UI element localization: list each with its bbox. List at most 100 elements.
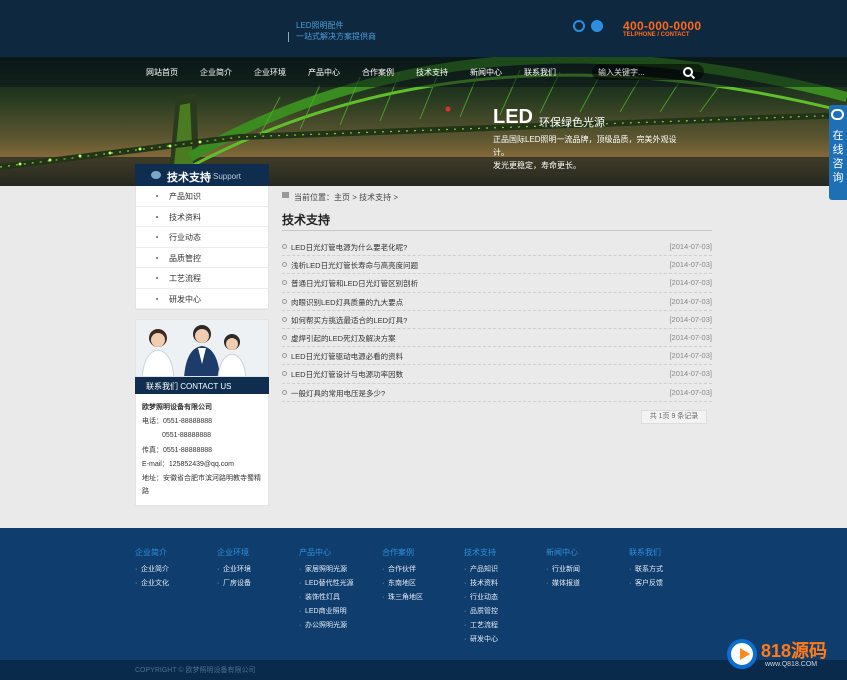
nav-environment[interactable]: 企业环境 [254,67,286,78]
article-title[interactable]: LED日光灯管驱动电源必看的资料 [291,351,403,362]
nav-about[interactable]: 企业简介 [200,67,232,78]
article-title[interactable]: 如何帮买方挑选最适合的LED灯具? [291,315,407,326]
nav-home[interactable]: 网站首页 [146,67,178,78]
circle-bullet-icon [282,298,287,304]
footer-column-news: 新闻中心 行业新闻 媒体报道 [546,547,580,591]
online-consult-button[interactable]: 在线咨询 [829,105,847,200]
sidebar-item-quality[interactable]: 品质管控 [136,248,268,268]
article-title[interactable]: 浅析LED日光灯管长寿命与高亮度问题 [291,260,418,271]
footer-link[interactable]: 品质管控 [464,605,498,619]
contact-tel-2: 0551-88888888 [162,432,212,440]
sidebar-item-label: 研发中心 [169,294,201,304]
footer-column-about: 企业简介 企业简介 企业文化 [135,547,169,591]
search-icon[interactable] [683,67,693,77]
company-name: 欧梦照明设备有限公司 [142,404,212,411]
breadcrumb: 当前位置：主页 > 技术支持 > [282,188,712,204]
footer-link[interactable]: 合作伙伴 [382,563,423,577]
sidebar-item-product-knowledge[interactable]: 产品知识 [136,186,268,207]
circle-bullet-icon [282,334,287,340]
contact-address: 地址：安徽省合肥市滨河路明教寺蜀精路 [142,475,261,496]
article-date: [2014-07-03] [669,369,712,379]
sidebar-menu: 产品知识 技术资料 行业动态 品质管控 工艺流程 研发中心 [135,186,269,310]
sidebar-item-label: 技术资料 [169,212,201,222]
pagination: 共 1页 9 条记录 [641,410,707,424]
article-date: [2014-07-03] [669,260,712,270]
home-icon [282,192,289,198]
article-title[interactable]: 一般灯具的常用电压是多少? [291,388,385,399]
list-item[interactable]: 一般灯具的常用电压是多少? [2014-07-03] [282,384,712,402]
nav-cases[interactable]: 合作案例 [362,67,394,78]
footer-link[interactable]: 厂房设备 [217,577,251,591]
footer-column-heading[interactable]: 合作案例 [382,547,423,558]
bullet-icon [156,256,158,259]
nav-products[interactable]: 产品中心 [308,67,340,78]
footer-link[interactable]: 企业环境 [217,563,251,577]
search-input[interactable] [598,66,678,78]
footer-column-heading[interactable]: 联系我们 [629,547,663,558]
contact-email: E-mail：125852439@qq.com [142,460,234,468]
article-title[interactable]: 虚焊引起的LED死灯及解决方案 [291,333,396,344]
article-title[interactable]: LED日光灯管设计与电源功率因数 [291,369,403,380]
list-item[interactable]: 如何帮买方挑选最适合的LED灯具? [2014-07-03] [282,311,712,329]
footer-column-heading[interactable]: 产品中心 [299,547,354,558]
footer-link[interactable]: 装饰性灯具 [299,591,354,605]
footer-column-heading[interactable]: 新闻中心 [546,547,580,558]
footer-link[interactable]: 办公照明光源 [299,619,354,633]
footer-link[interactable]: 行业动态 [464,591,498,605]
footer-link[interactable]: 企业文化 [135,577,169,591]
contact-header: 联系我们 CONTACT US [135,377,269,394]
nav-contact[interactable]: 联系我们 [524,67,556,78]
footer-column-heading[interactable]: 技术支持 [464,547,498,558]
footer-link[interactable]: 珠三角地区 [382,591,423,605]
footer-link[interactable]: 联系方式 [629,563,663,577]
list-item[interactable]: LED日光灯管驱动电源必看的资料 [2014-07-03] [282,347,712,366]
footer-link[interactable]: 家居照明光源 [299,563,354,577]
nav-news[interactable]: 新闻中心 [470,67,502,78]
footer-link[interactable]: 工艺流程 [464,619,498,633]
footer-column-heading[interactable]: 企业简介 [135,547,169,558]
article-title[interactable]: LED日光灯管电源为什么要老化呢? [291,242,407,253]
footer-link[interactable]: 媒体报道 [546,577,580,591]
footer-link[interactable]: 企业简介 [135,563,169,577]
circle-bullet-icon [282,371,287,377]
footer-link[interactable]: 研发中心 [464,633,498,647]
article-title[interactable]: 普通日光灯管和LED日光灯管区别剖析 [291,278,418,289]
list-item[interactable]: 肉眼识别LED灯具质量的九大要点 [2014-07-03] [282,293,712,311]
sidebar-item-label: 工艺流程 [169,274,201,283]
footer-column-heading[interactable]: 企业环境 [217,547,251,558]
sidebar-item-process[interactable]: 工艺流程 [136,268,268,289]
list-item[interactable]: LED日光灯管设计与电源功率因数 [2014-07-03] [282,365,712,384]
qq-icon[interactable] [573,20,585,32]
weibo-icon[interactable] [591,20,603,32]
list-item[interactable]: 普通日光灯管和LED日光灯管区别剖析 [2014-07-03] [282,274,712,293]
watermark-name: 818源码 [761,641,828,661]
sidebar-item-rnd[interactable]: 研发中心 [136,289,268,309]
sidebar-item-tech-docs[interactable]: 技术资料 [136,207,268,227]
footer-link[interactable]: LED商业照明 [299,605,354,619]
title-divider [282,230,712,231]
footer-link[interactable]: 技术资料 [464,577,498,591]
footer-link[interactable]: 行业新闻 [546,563,580,577]
article-title[interactable]: 肉眼识别LED灯具质量的九大要点 [291,297,403,308]
circle-bullet-icon [282,353,287,359]
play-logo-icon [727,639,757,669]
bullet-icon [156,236,158,238]
list-item[interactable]: LED日光灯管电源为什么要老化呢? [2014-07-03] [282,238,712,257]
top-bar [0,0,847,57]
bullet-icon [156,195,158,197]
breadcrumb-text[interactable]: 当前位置：主页 > 技术支持 > [294,192,398,203]
online-consult-label: 在线咨询 [832,130,844,184]
article-date: [2014-07-03] [669,351,712,361]
footer-link[interactable]: 东南地区 [382,577,423,591]
banner-subtitle: 环保绿色光源 [539,117,605,129]
footer-link[interactable]: 客户反馈 [629,577,663,591]
footer-link[interactable]: 产品知识 [464,563,498,577]
nav-support[interactable]: 技术支持 [416,67,448,78]
article-date: [2014-07-03] [669,278,712,288]
sidebar-title: 技术支持 [167,172,211,184]
list-item[interactable]: 虚焊引起的LED死灯及解决方案 [2014-07-03] [282,329,712,348]
list-item[interactable]: 浅析LED日光灯管长寿命与高亮度问题 [2014-07-03] [282,256,712,275]
footer [0,528,847,680]
footer-link[interactable]: LED替代性光源 [299,577,354,591]
sidebar-item-industry-news[interactable]: 行业动态 [136,227,268,248]
